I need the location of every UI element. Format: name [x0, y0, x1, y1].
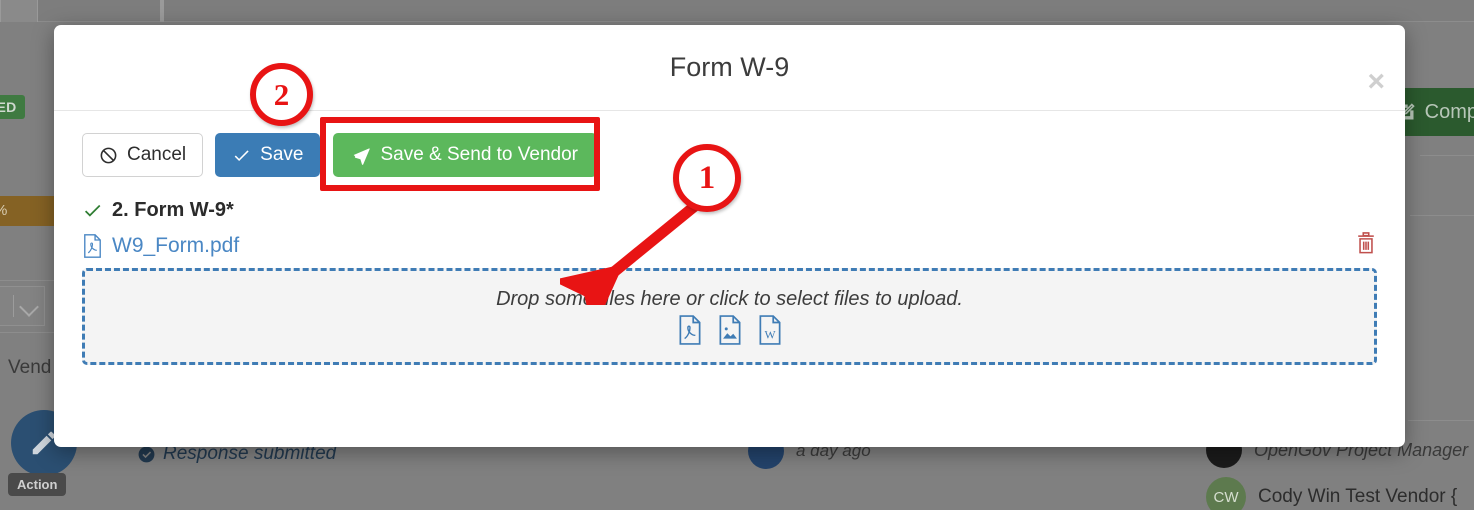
background-divider: [1408, 420, 1474, 421]
attachment-filename: W9_Form.pdf: [112, 233, 240, 257]
save-and-send-to-vendor-button[interactable]: Save & Send to Vendor: [333, 133, 598, 177]
background-top-tab-bar: [0, 0, 1474, 22]
pdf-file-icon: [84, 233, 101, 258]
background-action-tooltip: Action: [8, 473, 67, 496]
save-send-wrapper: Save & Send to Vendor: [320, 117, 601, 191]
delete-attachment-button[interactable]: [1355, 231, 1377, 260]
background-vendor-label: Vend: [8, 357, 52, 378]
background-dropdown-separator: [13, 295, 14, 317]
ban-icon: [100, 147, 117, 163]
background-divider: [1410, 215, 1474, 216]
trash-icon: [1358, 232, 1374, 254]
background-divider: [1420, 155, 1474, 156]
cancel-button[interactable]: Cancel: [82, 133, 204, 177]
attachment-link[interactable]: W9_Form.pdf: [82, 234, 239, 258]
check-circle-icon: [138, 446, 155, 462]
close-icon[interactable]: ×: [1367, 67, 1385, 97]
cancel-button-label: Cancel: [127, 144, 187, 165]
annotation-marker-1: 1: [673, 144, 741, 212]
save-button-label: Save: [260, 144, 304, 165]
background-complete-label: Comp: [1424, 100, 1474, 123]
pdf-file-icon: [679, 315, 700, 345]
paper-plane-icon: [354, 147, 371, 165]
background-dropdown-select[interactable]: [0, 286, 45, 326]
image-file-icon: [719, 315, 740, 345]
dropzone-file-type-icons: W: [677, 315, 783, 345]
background-vendor-name: Cody Win Test Vendor {: [1258, 486, 1458, 507]
background-vendor-row: CW Cody Win Test Vendor {: [1206, 477, 1457, 510]
check-icon: [84, 204, 101, 217]
form-field-label: 2. Form W-9*: [112, 199, 234, 221]
background-status-badge: SED: [0, 95, 26, 119]
svg-text:W: W: [764, 329, 776, 342]
screenshot-root: SED % Vend Action Comp: [0, 0, 1474, 510]
save-and-send-label: Save & Send to Vendor: [380, 144, 579, 165]
avatar: CW: [1206, 477, 1246, 510]
save-button[interactable]: Save: [215, 133, 321, 177]
chevron-down-icon: [19, 297, 39, 317]
check-icon: [234, 149, 249, 161]
background-tab-2[interactable]: [160, 0, 164, 22]
annotation-marker-2: 2: [250, 63, 313, 126]
word-file-icon: W: [759, 315, 780, 345]
page-title: Form W-9: [669, 52, 790, 82]
background-tab-1[interactable]: [0, 0, 38, 22]
